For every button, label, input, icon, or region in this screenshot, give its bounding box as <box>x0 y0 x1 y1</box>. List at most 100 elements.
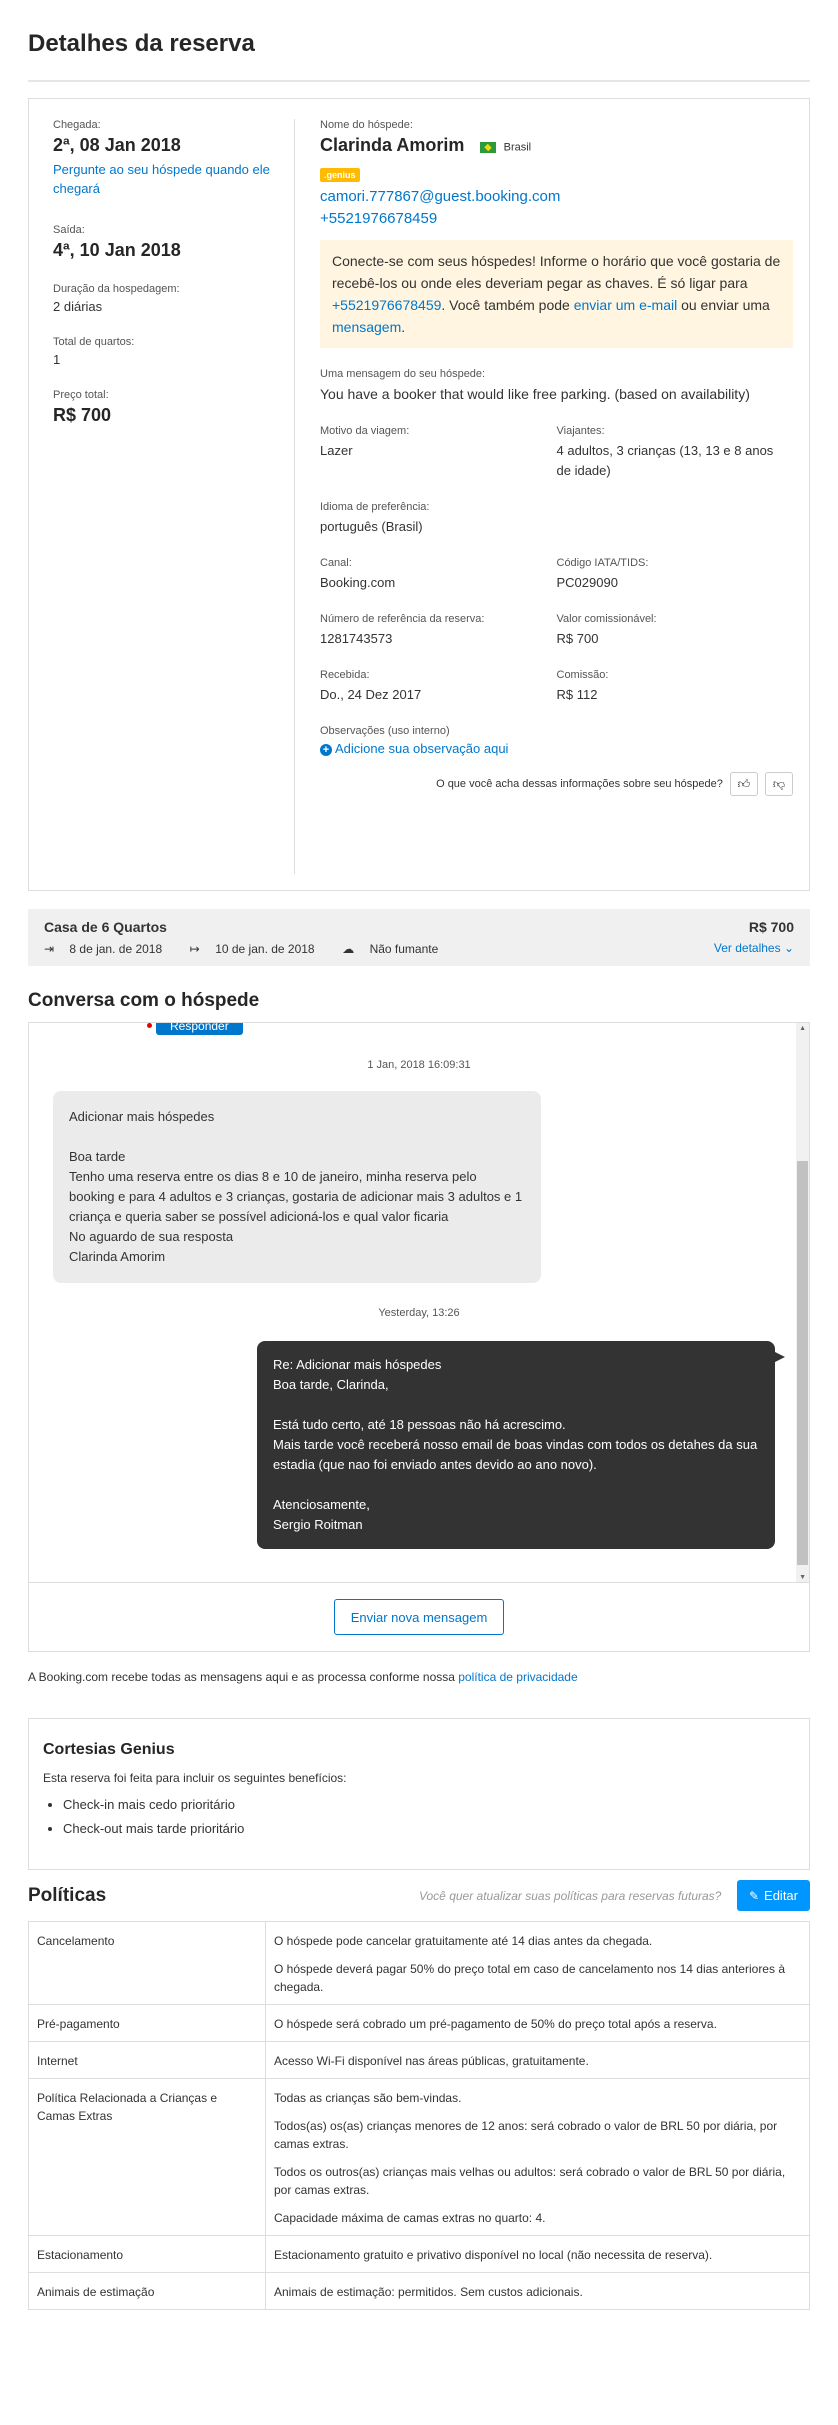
conversation-scroll[interactable]: Responder 1 Jan, 2018 16:09:31 Adicionar… <box>29 1023 809 1583</box>
message-line: No aguardo de sua resposta <box>69 1229 234 1244</box>
duration-label: Duração da hospedagem: <box>53 283 180 295</box>
detail-label: Código IATA/TIDS: <box>556 557 649 569</box>
notice-email-link[interactable]: enviar um e-mail <box>574 297 677 313</box>
policy-line: Acesso Wi-Fi disponível nas áreas públic… <box>274 2054 589 2068</box>
table-row: Pré-pagamento O hóspede será cobrado um … <box>28 2004 810 2042</box>
notice-text: Conecte-se com seus hóspedes! Informe o … <box>332 253 781 291</box>
room-details-label: Ver detalhes <box>713 941 781 955</box>
detail-label: Comissão: <box>556 669 609 681</box>
conversation-panel: Responder 1 Jan, 2018 16:09:31 Adicionar… <box>28 1022 810 1652</box>
ask-guest-link[interactable]: Pergunte ao seu hóspede quando ele chega… <box>53 160 278 198</box>
policies-question: Você quer atualizar suas políticas para … <box>418 1888 722 1903</box>
feedback-row: O que você acha dessas informações sobre… <box>320 772 793 796</box>
policy-key: Animais de estimação <box>28 2272 266 2310</box>
detail-item: Número de referência da reserva: 12817435… <box>320 613 557 649</box>
guest-email-link[interactable]: camori.777867@guest.booking.com <box>320 186 793 208</box>
privacy-note: A Booking.com recebe todas as mensagens … <box>28 1670 810 1684</box>
notice-message-link[interactable]: mensagem <box>332 319 401 335</box>
room-checkout: ↦ 10 de jan. de 2018 <box>190 942 327 956</box>
notes-label: Observações (uso interno) <box>320 725 450 737</box>
message-line: Clarinda Amorim <box>69 1249 166 1264</box>
privacy-policy-link[interactable]: política de privacidade <box>458 1670 577 1684</box>
thumbs-down-icon[interactable]: 👎︎ <box>765 772 793 796</box>
detail-item <box>557 501 794 537</box>
detail-label: Valor comissionável: <box>556 613 657 625</box>
scroll-up-icon[interactable]: ▲ <box>799 1025 806 1032</box>
message-line: Mais tarde você receberá nosso email de … <box>273 1437 758 1472</box>
policy-value: O hóspede pode cancelar gratuitamente at… <box>265 1921 810 2005</box>
notice-text: ou enviar uma <box>677 297 770 313</box>
policy-line: Todos(as) os(as) crianças menores de 12 … <box>274 2119 778 2151</box>
notice-text: . <box>401 319 406 335</box>
chevron-down-icon: ⌄ <box>783 941 794 955</box>
thumbs-up-icon[interactable]: 👍︎ <box>729 772 758 796</box>
edit-policies-button[interactable]: ✎ Editar <box>736 1880 810 1911</box>
room-checkin: ⇥ 8 de jan. de 2018 <box>44 942 174 956</box>
policy-line: O hóspede deverá pagar 50% do preço tota… <box>274 1962 785 1994</box>
message-timestamp: Yesterday, 13:26 <box>378 1307 460 1319</box>
guest-name-label: Nome do hóspede: <box>320 119 413 131</box>
add-note-link[interactable]: + Adicione sua observação aqui <box>320 741 793 756</box>
list-item: Check-out mais tarde prioritário <box>63 1821 795 1836</box>
send-new-message-button[interactable]: Enviar nova mensagem <box>334 1599 504 1635</box>
room-smoking-text: Não fumante <box>369 942 439 956</box>
guest-country: Brasil <box>503 141 532 154</box>
sign-out-icon: ↦ <box>189 942 200 956</box>
policy-line: Estacionamento gratuito e privativo disp… <box>274 2248 713 2262</box>
price-label: Preço total: <box>53 389 109 401</box>
booking-details-grid: Motivo da viagem: Lazer Viajantes: 4 adult… <box>320 425 793 725</box>
message-line: Adicionar mais hóspedes <box>69 1109 215 1124</box>
scroll-thumb[interactable] <box>797 1161 808 1565</box>
detail-value: R$ 700 <box>556 631 599 646</box>
rooms-value: 1 <box>53 352 61 367</box>
detail-value: PC029090 <box>556 575 618 590</box>
room-smoking: ☁ Não fumante <box>342 942 450 956</box>
pencil-icon: ✎ <box>748 1888 760 1903</box>
policy-line: Capacidade máxima de camas extras no qua… <box>274 2211 546 2225</box>
duration-value: 2 diárias <box>53 299 103 314</box>
detail-value: R$ 112 <box>556 687 598 702</box>
detail-value: 1281743573 <box>320 631 393 646</box>
page: Detalhes da reserva Chegada: 2ª, 08 Jan … <box>0 0 838 2340</box>
unread-dot <box>147 1023 152 1028</box>
room-summary: Casa de 6 Quartos ⇥ 8 de jan. de 2018 ↦ … <box>28 909 810 966</box>
scrollbar[interactable]: ▲ ▼ <box>796 1023 809 1582</box>
feedback-question: O que você acha dessas informações sobre… <box>436 777 723 790</box>
room-details-link[interactable]: Ver detalhes ⌄ <box>714 941 794 955</box>
table-row: Cancelamento O hóspede pode cancelar gra… <box>28 1921 810 2005</box>
message-line: Re: Adicionar mais hóspedes <box>273 1357 442 1372</box>
detail-label: Número de referência da reserva: <box>320 613 485 625</box>
policies-title: Políticas <box>28 1884 107 1906</box>
detail-label: Recebida: <box>320 669 370 681</box>
guest-phone-link[interactable]: +5521976678459 <box>320 208 793 230</box>
genius-badge: .genius <box>320 168 360 182</box>
detail-item: Recebida: Do., 24 Dez 2017 <box>320 669 557 705</box>
policy-key: Internet <box>28 2041 266 2079</box>
detail-label: Motivo da viagem: <box>320 425 410 437</box>
brazil-flag-icon <box>480 142 496 154</box>
detail-item: Viajantes: 4 adultos, 3 crianças (13, 13 … <box>557 425 794 481</box>
guest-message-label: Uma mensagem do seu hóspede: <box>320 368 486 380</box>
table-row: Animais de estimação Animais de estimaçã… <box>28 2272 810 2310</box>
detail-value: 4 adultos, 3 crianças (13, 13 e 8 anos d… <box>556 443 774 478</box>
genius-benefits: Cortesias Genius Esta reserva foi feita … <box>28 1718 810 1870</box>
message-line <box>273 1475 759 1495</box>
cloud-icon: ☁ <box>342 942 355 956</box>
notice-phone-link[interactable]: +5521976678459 <box>332 297 441 313</box>
room-title: Casa de 6 Quartos <box>44 919 167 935</box>
policy-line: Todas as crianças são bem-vindas. <box>274 2091 462 2105</box>
policy-key: Política Relacionada a Crianças e Camas … <box>28 2078 266 2236</box>
detail-item: Idioma de preferência: português (Brasil) <box>320 501 557 537</box>
policy-value: Todas as crianças são bem-vindas. Todos(a… <box>265 2078 810 2236</box>
detail-item: Comissão: R$ 112 <box>557 669 794 705</box>
policy-value: Animais de estimação: permitidos. Sem cu… <box>265 2272 810 2310</box>
policy-line: Todos os outros(as) crianças mais velhas… <box>274 2165 786 2197</box>
reply-button[interactable]: Responder <box>156 1023 243 1035</box>
table-row: Política Relacionada a Crianças e Camas … <box>28 2078 810 2236</box>
policy-key: Estacionamento <box>28 2235 266 2273</box>
genius-intro: Esta reserva foi feita para incluir os s… <box>43 1771 347 1785</box>
scroll-down-icon[interactable]: ▼ <box>799 1574 806 1581</box>
incoming-message: Adicionar mais hóspedes Boa tarde Tenho … <box>53 1091 541 1283</box>
rooms-label: Total de quartos: <box>53 336 135 348</box>
policy-line: Animais de estimação: permitidos. Sem cu… <box>274 2285 583 2299</box>
